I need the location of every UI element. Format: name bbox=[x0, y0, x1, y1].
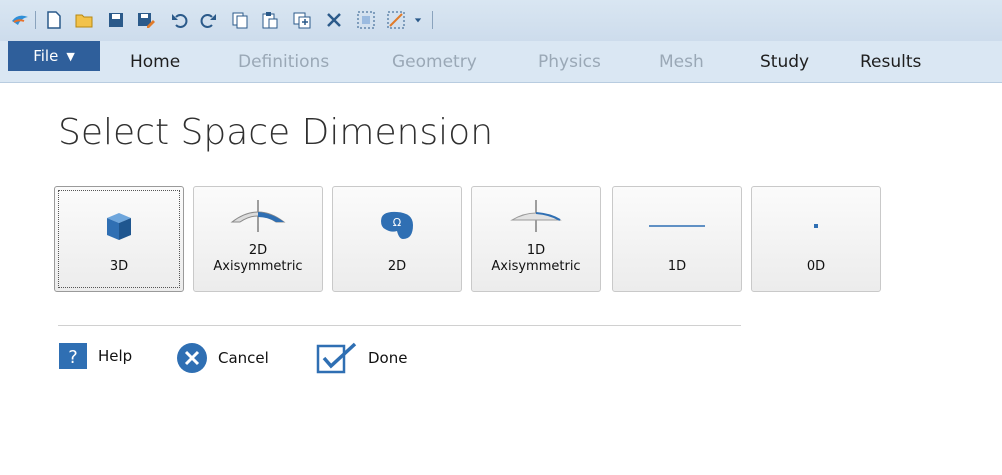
axisymmetric-1d-icon bbox=[510, 200, 562, 232]
dimension-1d-axisymmetric-button[interactable]: 1D Axisymmetric bbox=[471, 186, 601, 292]
paste-icon[interactable] bbox=[258, 7, 282, 33]
tab-results[interactable]: Results bbox=[860, 41, 921, 82]
dimension-label: 1D bbox=[667, 259, 687, 274]
dimension-1d-button[interactable]: 1D bbox=[612, 186, 742, 292]
dimension-2d-button[interactable]: Ω 2D bbox=[332, 186, 462, 292]
tab-mesh[interactable]: Mesh bbox=[659, 41, 704, 82]
undo-icon[interactable] bbox=[168, 7, 192, 33]
customize-dropdown-icon[interactable] bbox=[410, 7, 426, 33]
page-title: Select Space Dimension bbox=[58, 112, 494, 153]
chevron-down-icon: ▼ bbox=[66, 49, 75, 63]
omega-domain-icon: Ω bbox=[381, 211, 413, 239]
svg-text:?: ? bbox=[68, 347, 78, 368]
duplicate-icon[interactable] bbox=[290, 7, 314, 33]
svg-text:Ω: Ω bbox=[393, 216, 401, 229]
help-button[interactable]: ? Help bbox=[58, 342, 132, 370]
copy-icon[interactable] bbox=[228, 7, 252, 33]
tab-study[interactable]: Study bbox=[760, 41, 809, 82]
dimension-label: 1D Axisymmetric bbox=[491, 243, 581, 274]
cancel-label: Cancel bbox=[218, 349, 269, 367]
help-label: Help bbox=[98, 347, 133, 365]
redo-icon[interactable] bbox=[196, 7, 220, 33]
dimension-2d-axisymmetric-button[interactable]: 2D Axisymmetric bbox=[193, 186, 323, 292]
point-icon bbox=[814, 224, 818, 228]
dimension-0d-button[interactable]: 0D bbox=[751, 186, 881, 292]
save-icon[interactable] bbox=[104, 7, 128, 33]
done-button[interactable]: Done bbox=[316, 342, 407, 374]
dimension-3d-button[interactable]: 3D bbox=[54, 186, 184, 292]
cancel-icon bbox=[176, 342, 208, 374]
help-icon: ? bbox=[58, 342, 88, 370]
dimension-label: 2D Axisymmetric bbox=[213, 243, 303, 274]
dimension-label: 0D bbox=[806, 259, 826, 274]
delete-icon[interactable] bbox=[322, 7, 346, 33]
app-icon[interactable] bbox=[8, 7, 32, 33]
tab-home[interactable]: Home bbox=[130, 41, 180, 82]
clear-selection-icon[interactable] bbox=[384, 7, 408, 33]
tab-physics[interactable]: Physics bbox=[538, 41, 601, 82]
line-icon bbox=[649, 225, 705, 227]
tab-definitions[interactable]: Definitions bbox=[238, 41, 329, 82]
axisymmetric-2d-icon bbox=[230, 200, 286, 232]
new-icon[interactable] bbox=[42, 7, 66, 33]
done-label: Done bbox=[368, 349, 408, 367]
cube-icon bbox=[107, 213, 131, 240]
file-menu-button[interactable]: File ▼ bbox=[8, 41, 100, 71]
dimension-label: 2D bbox=[387, 259, 407, 274]
select-all-icon[interactable] bbox=[354, 7, 378, 33]
cancel-button[interactable]: Cancel bbox=[176, 342, 269, 374]
divider bbox=[58, 325, 741, 326]
ribbon-tabs: File ▼ Home Definitions Geometry Physics… bbox=[0, 41, 1002, 83]
open-icon[interactable] bbox=[72, 7, 96, 33]
dimension-label: 3D bbox=[109, 259, 129, 274]
quick-access-toolbar bbox=[0, 0, 1002, 41]
tab-geometry[interactable]: Geometry bbox=[392, 41, 477, 82]
file-label: File bbox=[33, 47, 59, 65]
checkbox-checked-icon bbox=[316, 342, 358, 374]
save-as-icon[interactable] bbox=[134, 7, 158, 33]
